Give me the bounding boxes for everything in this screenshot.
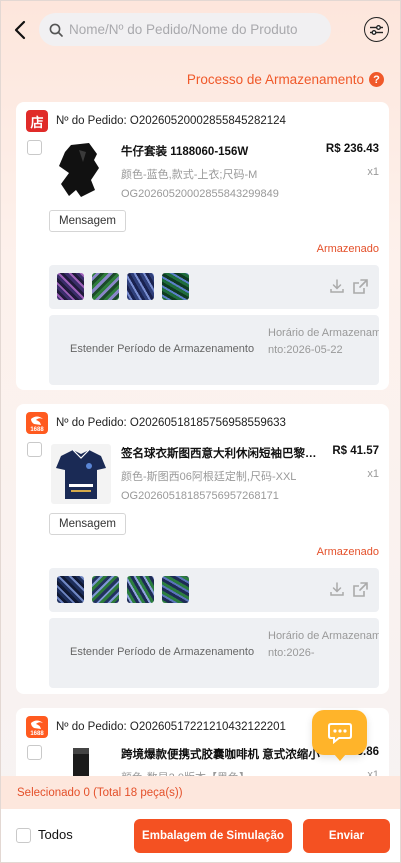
select-all-label[interactable]: Todos <box>38 827 73 842</box>
product-code: OG20260518185756957268171 <box>121 490 279 502</box>
product-variant: 颜色-斯图西06阿根廷定制,尺码-XXL <box>121 471 297 483</box>
search-icon <box>49 23 63 37</box>
product-name[interactable]: 签名球衣斯图西意大利休闲短袖巴黎佛罗伦萨 <box>121 445 326 461</box>
storage-photos <box>49 568 379 612</box>
store-badge-icon: 店 <box>26 110 48 132</box>
extend-storage-panel: Estender Período de Armazenamento Horári… <box>49 315 379 385</box>
download-icon[interactable] <box>329 581 345 597</box>
product-quantity: x1 <box>367 468 379 480</box>
product-price: R$ 41.57 <box>332 445 379 457</box>
item-checkbox[interactable] <box>27 745 42 760</box>
extend-storage-button[interactable]: Estender Período de Armazenamento <box>70 343 254 355</box>
storage-time: Horário de Armazenamento:2026-05-22 <box>268 327 379 356</box>
product-name[interactable]: 牛仔套装 1188060-156W <box>121 143 321 159</box>
send-button[interactable]: Enviar <box>303 819 390 853</box>
storage-photo[interactable] <box>92 576 119 603</box>
message-button[interactable]: Mensagem <box>49 210 126 232</box>
search-bar[interactable] <box>39 13 331 46</box>
message-button[interactable]: Mensagem <box>49 513 126 535</box>
product-name[interactable]: 跨境爆款便携式胶囊咖啡机 意式浓缩小 <box>121 746 331 762</box>
product-thumbnail[interactable] <box>51 444 111 504</box>
product-thumbnail[interactable] <box>51 140 111 200</box>
item-checkbox[interactable] <box>27 140 42 155</box>
selected-summary: Selecionado 0 (Total 18 peça(s)) <box>1 776 400 809</box>
bottom-action-bar: Todos Embalagem de Simulação Enviar <box>1 809 400 862</box>
external-link-icon[interactable] <box>352 278 369 295</box>
search-input[interactable] <box>69 22 309 37</box>
process-link[interactable]: Processo de Armazenamento ? <box>187 72 384 87</box>
storage-photo[interactable] <box>57 273 84 300</box>
store-badge-text: 1688 <box>30 427 44 433</box>
chat-support-button[interactable] <box>312 710 367 761</box>
download-icon[interactable] <box>329 278 345 294</box>
app-root: Processo de Armazenamento ? 店 Nº do Pedi… <box>0 0 401 863</box>
product-quantity: x1 <box>367 166 379 178</box>
order-header: 1688 Nº do Pedido: O20260517221210432122… <box>26 716 286 738</box>
store-1688-icon: 1688 <box>26 412 48 434</box>
storage-time: Horário de Armazenamento:2026- <box>268 630 379 659</box>
product-code: OG20260520002855843299849 <box>121 188 279 200</box>
order-header: 1688 Nº do Pedido: O20260518185756958559… <box>26 412 286 434</box>
back-arrow-icon[interactable] <box>12 19 30 41</box>
storage-photo[interactable] <box>127 576 154 603</box>
store-1688-icon: 1688 <box>26 716 48 738</box>
order-card: 1688 Nº do Pedido: O20260518185756958559… <box>16 404 389 694</box>
status-label: Armazenado <box>316 243 379 255</box>
status-label: Armazenado <box>316 546 379 558</box>
extend-storage-panel: Estender Período de Armazenamento Horári… <box>49 618 379 688</box>
order-number: Nº do Pedido: O20260518185756958559633 <box>56 417 286 429</box>
storage-photos <box>49 265 379 309</box>
order-number: Nº do Pedido: O20260520002855845282124 <box>56 115 286 127</box>
select-all-checkbox[interactable] <box>16 828 31 843</box>
storage-photo[interactable] <box>127 273 154 300</box>
order-header: 店 Nº do Pedido: O20260520002855845282124 <box>26 110 286 132</box>
storage-photo[interactable] <box>162 273 189 300</box>
extend-storage-button[interactable]: Estender Período de Armazenamento <box>70 646 254 658</box>
item-checkbox[interactable] <box>27 442 42 457</box>
filter-icon <box>370 24 383 35</box>
top-bar <box>1 13 400 47</box>
order-card: 店 Nº do Pedido: O20260520002855845282124… <box>16 102 389 390</box>
filter-button[interactable] <box>364 17 389 42</box>
help-icon[interactable]: ? <box>369 72 384 87</box>
storage-photo[interactable] <box>162 576 189 603</box>
store-badge-text: 1688 <box>30 731 44 737</box>
chat-bubble-icon <box>327 722 352 744</box>
simulation-packing-button[interactable]: Embalagem de Simulação <box>134 819 292 853</box>
product-price: R$ 236.43 <box>325 143 379 155</box>
storage-photo[interactable] <box>92 273 119 300</box>
process-link-label[interactable]: Processo de Armazenamento <box>187 72 364 87</box>
product-variant: 颜色-蓝色,款式-上衣;尺码-M <box>121 169 258 181</box>
storage-photo[interactable] <box>57 576 84 603</box>
external-link-icon[interactable] <box>352 581 369 598</box>
order-number: Nº do Pedido: O20260517221210432122201 <box>56 721 286 733</box>
